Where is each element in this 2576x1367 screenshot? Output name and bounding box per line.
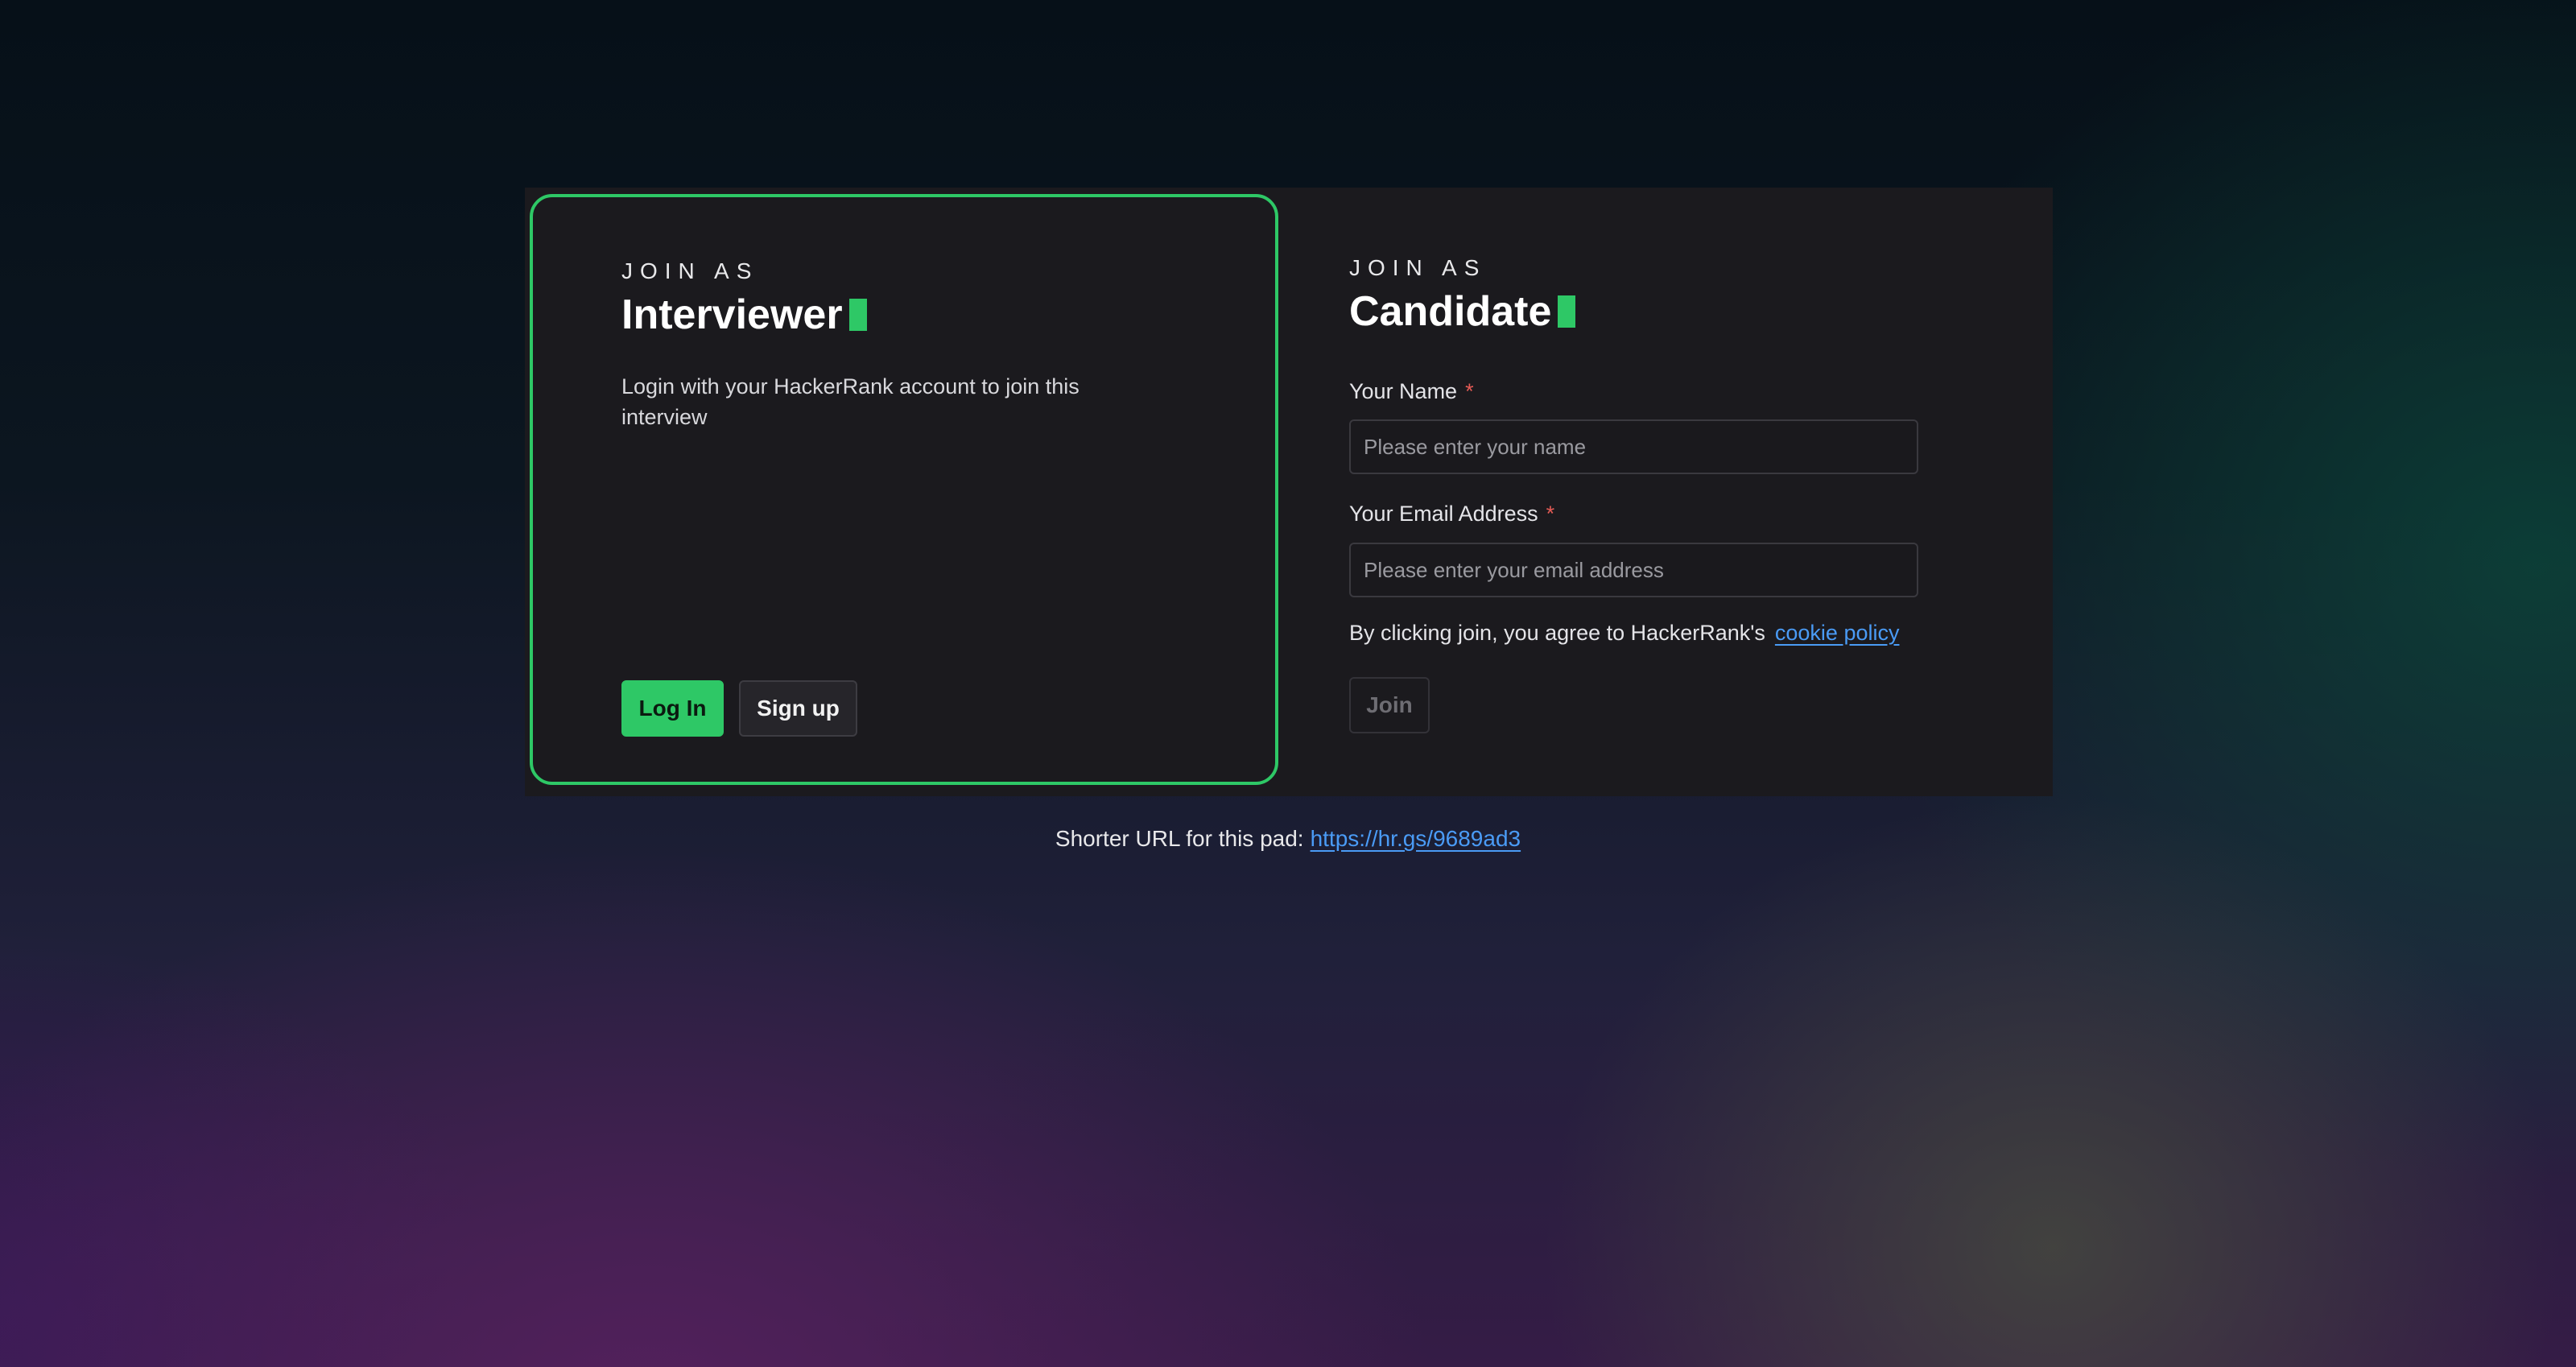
short-url-label: Shorter URL for this pad: <box>1055 826 1304 851</box>
block-cursor-icon <box>1558 295 1576 328</box>
email-label: Your Email Address * <box>1349 502 1554 527</box>
interviewer-title: Interviewer <box>621 291 843 338</box>
interviewer-eyebrow: JOIN AS <box>621 258 759 283</box>
short-url-footer: Shorter URL for this pad: https://hr.gs/9… <box>0 826 2576 852</box>
agreement-label: By clicking join, you agree to HackerRan… <box>1349 621 1765 645</box>
interviewer-heading: Interviewer <box>621 291 867 339</box>
interviewer-description: Login with your HackerRank account to jo… <box>621 374 1080 429</box>
join-button[interactable]: Join <box>1349 677 1430 733</box>
email-input[interactable] <box>1349 543 1918 597</box>
required-marker: * <box>1546 502 1555 526</box>
candidate-section: JOIN AS Candidate Your Name * Your Email … <box>1288 188 2053 796</box>
name-label-text: Your Name <box>1349 379 1458 403</box>
block-cursor-icon <box>848 299 867 331</box>
interviewer-card: JOIN AS Interviewer Login with your Hack… <box>530 194 1278 785</box>
join-panel: JOIN AS Interviewer Login with your Hack… <box>525 188 2053 796</box>
candidate-title: Candidate <box>1349 288 1552 335</box>
cookie-policy-link[interactable]: cookie policy <box>1775 621 1900 645</box>
agreement-text: By clicking join, you agree to HackerRan… <box>1349 621 1899 646</box>
signup-button[interactable]: Sign up <box>739 680 857 737</box>
email-label-text: Your Email Address <box>1349 502 1538 526</box>
login-button[interactable]: Log In <box>621 680 724 737</box>
candidate-heading: Candidate <box>1349 287 1576 336</box>
name-label: Your Name * <box>1349 379 1474 404</box>
name-input[interactable] <box>1349 419 1918 474</box>
required-marker: * <box>1465 379 1474 403</box>
short-url-link[interactable]: https://hr.gs/9689ad3 <box>1311 826 1521 851</box>
candidate-eyebrow: JOIN AS <box>1349 255 1487 280</box>
